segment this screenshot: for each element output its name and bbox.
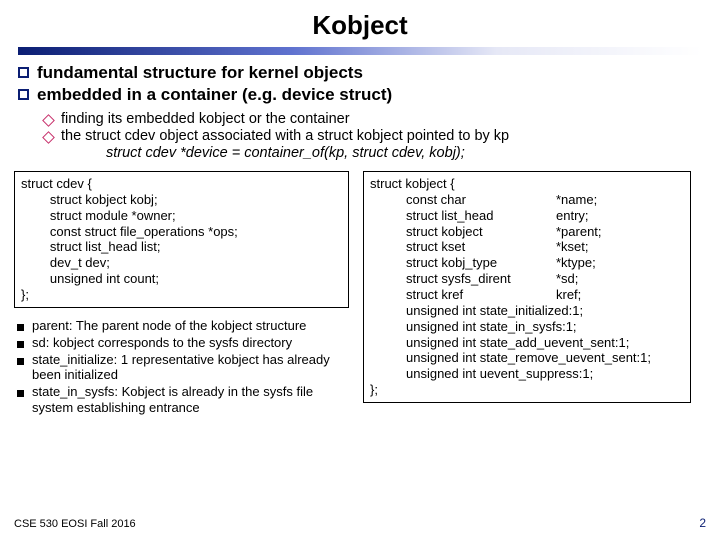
note-text: state_initialize: 1 representative kobje… (32, 352, 349, 384)
sub-bullet-item: the struct cdev object associated with a… (44, 128, 706, 144)
notes-list: parent: The parent node of the kobject s… (14, 318, 349, 416)
sub-bullet-text: finding its embedded kobject or the cont… (61, 111, 350, 127)
note-item: parent: The parent node of the kobject s… (14, 318, 349, 334)
footer-course: CSE 530 EOSI Fall 2016 (14, 518, 136, 530)
square-solid-bullet-icon (17, 324, 24, 331)
note-item: state_in_sysfs: Kobject is already in th… (14, 384, 349, 416)
diamond-bullet-icon (42, 114, 55, 127)
note-item: sd: kobject corresponds to the sysfs dir… (14, 335, 349, 351)
square-solid-bullet-icon (17, 341, 24, 348)
right-code-box: struct kobject {const char*name;struct l… (363, 171, 691, 403)
top-bullet-item: embedded in a container (e.g. device str… (18, 85, 706, 105)
square-open-bullet-icon (18, 89, 29, 100)
top-bullet-item: fundamental structure for kernel objects (18, 63, 706, 83)
sub-bullets: finding its embedded kobject or the cont… (14, 111, 706, 161)
sub-bullet-item: finding its embedded kobject or the cont… (44, 111, 706, 127)
title-rule (18, 47, 702, 55)
square-solid-bullet-icon (17, 390, 24, 397)
page-number: 2 (699, 516, 706, 530)
note-text: parent: The parent node of the kobject s… (32, 318, 306, 334)
page-title: Kobject (0, 10, 720, 41)
diamond-bullet-icon (42, 131, 55, 144)
inline-code: struct cdev *device = container_of(kp, s… (44, 145, 706, 161)
top-bullets: fundamental structure for kernel objects… (14, 63, 706, 105)
note-text: state_in_sysfs: Kobject is already in th… (32, 384, 349, 416)
left-code-box: struct cdev { struct kobject kobj; struc… (14, 171, 349, 308)
note-text: sd: kobject corresponds to the sysfs dir… (32, 335, 292, 351)
top-bullet-text: fundamental structure for kernel objects (37, 63, 363, 83)
note-item: state_initialize: 1 representative kobje… (14, 352, 349, 384)
square-open-bullet-icon (18, 67, 29, 78)
square-solid-bullet-icon (17, 358, 24, 365)
top-bullet-text: embedded in a container (e.g. device str… (37, 85, 392, 105)
sub-bullet-text: the struct cdev object associated with a… (61, 128, 509, 144)
